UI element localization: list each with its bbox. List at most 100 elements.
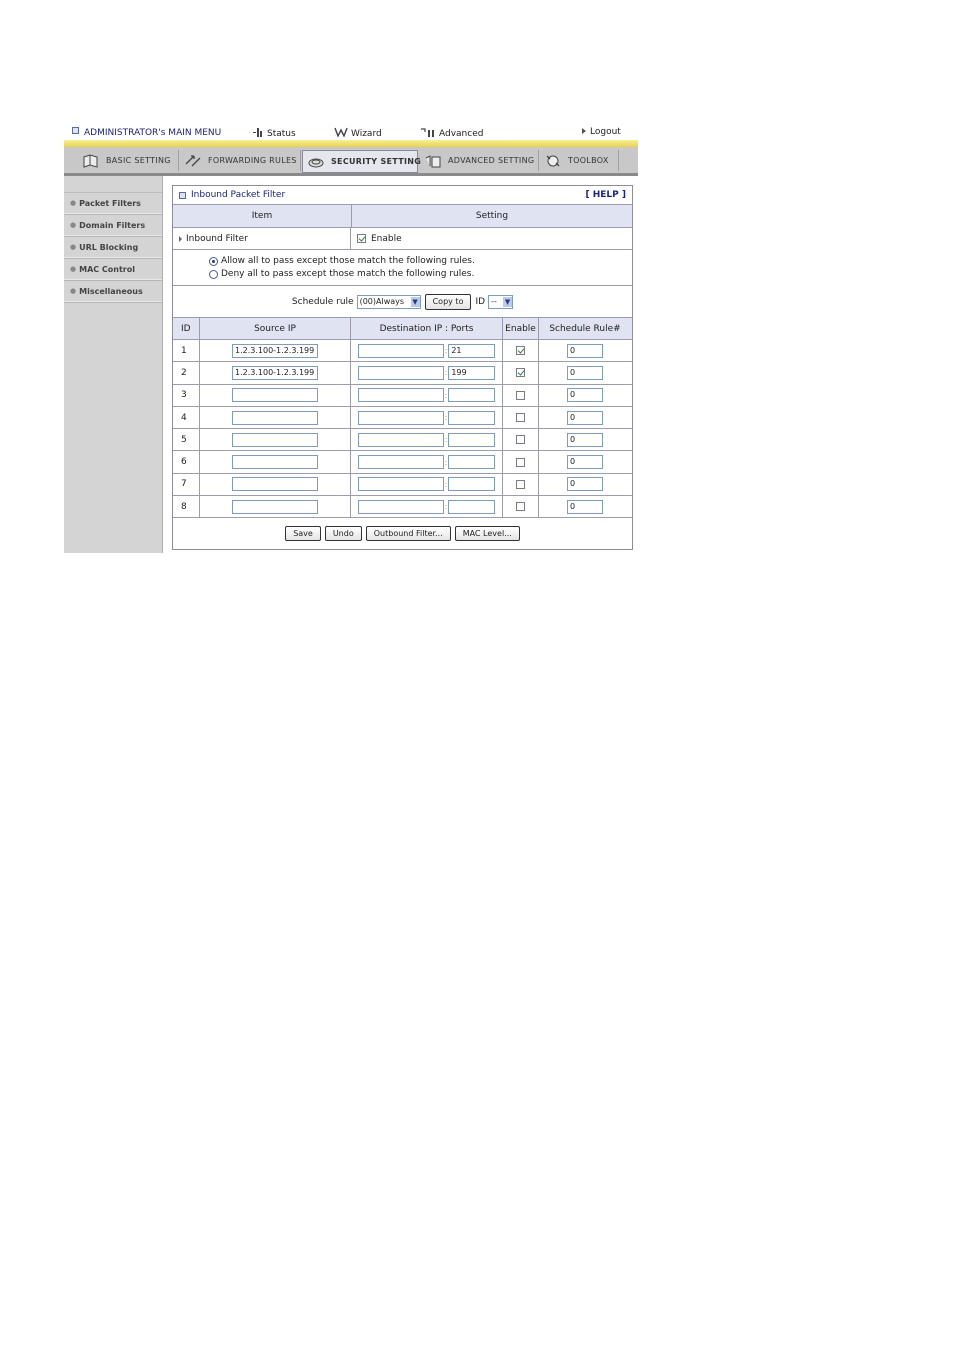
main-tabs: BASIC SETTING FORWARDING RULES SECURITY … <box>64 147 638 176</box>
schedule-row: Schedule rule (00)Always ▼ Copy to ID -- ▼ <box>173 286 632 318</box>
logout-link[interactable]: Logout <box>582 127 621 137</box>
tab-basic-label: BASIC SETTING <box>106 156 171 165</box>
destination-port-input[interactable]: 199 <box>448 365 496 380</box>
colon-separator: : <box>444 368 448 378</box>
allow-option[interactable]: Allow all to pass except those match the… <box>209 255 632 268</box>
schedule-rule-input[interactable]: 0 <box>567 365 603 380</box>
advanced-label: Advanced <box>439 129 484 139</box>
bullet-icon: ● <box>70 265 77 273</box>
destination-ip-input[interactable] <box>357 477 444 492</box>
schedule-rule-input[interactable]: 0 <box>567 410 603 425</box>
colon-separator: : <box>444 346 448 356</box>
id-column-header: ID <box>173 318 200 339</box>
rule-id: 3 <box>173 384 200 406</box>
sidebar-item-mac-control[interactable]: ● MAC Control <box>64 259 162 280</box>
schedule-rule-select[interactable]: (00)Always ▼ <box>356 294 421 309</box>
schedule-rule-input[interactable]: 0 <box>567 388 603 403</box>
schedule-rule-input[interactable]: 0 <box>567 499 603 514</box>
table-row: 6: 0 <box>173 451 632 474</box>
destination-port-input[interactable] <box>448 388 496 403</box>
deny-option[interactable]: Deny all to pass except those match the … <box>209 268 632 281</box>
sidebar-item-url-blocking[interactable]: ● URL Blocking <box>64 237 162 258</box>
destination-cell: : <box>351 451 503 473</box>
tab-toolbox[interactable]: TOOLBOX <box>540 150 619 171</box>
outbound-filter-button[interactable]: Outbound Filter... <box>365 525 451 541</box>
undo-button[interactable]: Undo <box>324 525 362 541</box>
allow-radio[interactable] <box>209 256 218 266</box>
tab-forwarding-rules[interactable]: FORWARDING RULES <box>180 150 301 171</box>
destination-ip-input[interactable] <box>357 365 444 380</box>
source-ip-cell <box>200 473 351 496</box>
mac-level-button[interactable]: MAC Level... <box>454 525 520 541</box>
table-row: 2 1.2.3.100-1.2.3.199:199 0 <box>173 362 632 385</box>
book-icon <box>82 153 100 168</box>
source-ip-input[interactable] <box>232 499 318 514</box>
rule-enable-checkbox[interactable] <box>516 346 525 356</box>
destination-ip-input[interactable] <box>357 410 444 425</box>
schedule-rule-input[interactable]: 0 <box>567 477 603 492</box>
destination-ip-input[interactable] <box>357 432 444 447</box>
destination-port-input[interactable] <box>448 455 496 470</box>
gold-divider <box>64 140 638 147</box>
sidebar-item-domain-filters[interactable]: ● Domain Filters <box>64 215 162 236</box>
copy-to-button[interactable]: Copy to <box>424 293 472 310</box>
sidebar-item-miscellaneous[interactable]: ● Miscellaneous <box>64 281 162 302</box>
rule-enable-checkbox[interactable] <box>516 413 525 423</box>
destination-ip-input[interactable] <box>357 388 444 403</box>
destination-cell: : <box>351 429 503 451</box>
panel-title: Inbound Packet Filter <box>191 190 286 200</box>
tab-basic-setting[interactable]: BASIC SETTING <box>78 150 179 171</box>
rule-enable-checkbox[interactable] <box>516 390 525 400</box>
tab-security-setting[interactable]: SECURITY SETTING <box>302 150 421 173</box>
tab-advanced-setting[interactable]: ADVANCED SETTING <box>420 150 539 171</box>
sidebar-spacer <box>64 176 162 193</box>
admin-menu-label: ADMINISTRATOR's MAIN MENU <box>84 128 222 138</box>
destination-port-input[interactable] <box>448 432 496 447</box>
source-ip-input[interactable] <box>232 410 318 425</box>
tab-forwarding-label: FORWARDING RULES <box>208 156 297 165</box>
source-ip-input[interactable]: 1.2.3.100-1.2.3.199 <box>232 343 318 358</box>
source-ip-input[interactable]: 1.2.3.100-1.2.3.199 <box>232 365 318 380</box>
help-link[interactable]: [ HELP ] <box>585 190 626 200</box>
wizard-link[interactable]: Wizard <box>334 127 382 139</box>
rule-enable-checkbox[interactable] <box>516 457 525 467</box>
destination-port-input[interactable] <box>448 410 496 425</box>
rule-enable-checkbox[interactable] <box>516 435 525 445</box>
destination-port-input[interactable] <box>448 477 496 492</box>
rule-enable-checkbox[interactable] <box>516 502 525 512</box>
enable-column-header: Enable <box>503 318 539 339</box>
id-select[interactable]: -- ▼ <box>488 294 514 309</box>
id-select-value: -- <box>491 297 497 306</box>
destination-ip-input[interactable] <box>357 499 444 514</box>
source-ip-input[interactable] <box>232 477 318 492</box>
destination-port-input[interactable] <box>448 499 496 514</box>
schedule-rule-cell: 0 <box>539 496 631 517</box>
source-ip-input[interactable] <box>232 388 318 403</box>
save-button[interactable]: Save <box>285 525 321 541</box>
admin-menu-title[interactable]: ADMINISTRATOR's MAIN MENU <box>72 127 221 138</box>
square-icon <box>179 191 186 199</box>
arrow-right-icon <box>179 235 182 242</box>
inbound-enable-checkbox[interactable] <box>357 234 366 243</box>
source-ip-input[interactable] <box>232 432 318 447</box>
enable-cell <box>503 451 539 473</box>
item-setting-header: Item Setting <box>173 205 632 228</box>
rule-enable-checkbox[interactable] <box>516 479 525 489</box>
advanced-icon <box>421 128 434 137</box>
destination-port-input[interactable]: 21 <box>448 343 496 358</box>
source-ip-input[interactable] <box>232 455 318 470</box>
rule-enable-checkbox[interactable] <box>516 368 525 378</box>
sidebar-item-label: URL Blocking <box>79 242 139 252</box>
destination-ip-input[interactable] <box>357 455 444 470</box>
schedule-rule-input[interactable]: 0 <box>567 455 603 470</box>
deny-radio[interactable] <box>209 269 218 279</box>
colon-separator: : <box>444 457 448 467</box>
advanced-link[interactable]: Advanced <box>420 127 483 139</box>
inbound-filter-panel: Inbound Packet Filter [ HELP ] Item Sett… <box>172 185 633 550</box>
schedule-rule-input[interactable]: 0 <box>567 432 603 447</box>
status-link[interactable]: Status <box>252 127 296 139</box>
destination-ip-input[interactable] <box>357 343 444 358</box>
sidebar-item-packet-filters[interactable]: ● Packet Filters <box>64 193 162 214</box>
bullet-icon: ● <box>70 199 77 207</box>
schedule-rule-input[interactable]: 0 <box>567 343 603 358</box>
